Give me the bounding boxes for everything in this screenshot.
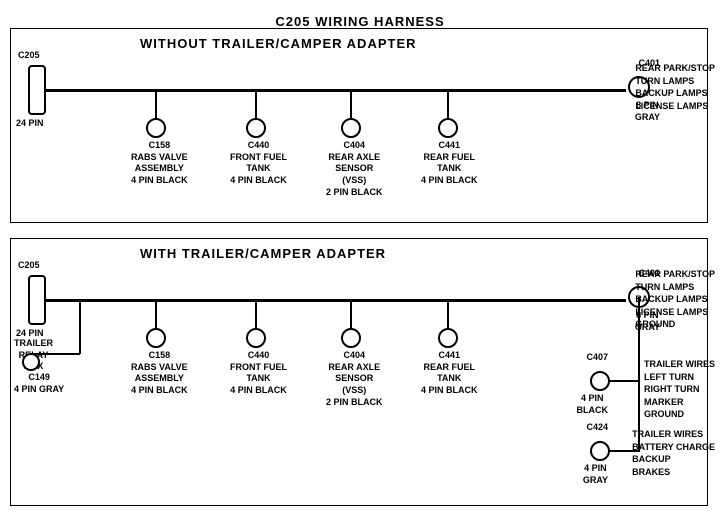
page-title: C205 WIRING HARNESS	[0, 6, 720, 29]
c407-connector	[590, 371, 610, 391]
c404-2-vline	[350, 299, 352, 329]
c158-2-connector	[146, 328, 166, 348]
c158-2-vline	[155, 299, 157, 329]
c205-2-connector	[28, 275, 46, 325]
c440-1-connector	[246, 118, 266, 138]
c441-1-connector	[438, 118, 458, 138]
c407-hline	[610, 380, 640, 382]
c401-1-desc: REAR PARK/STOPTURN LAMPSBACKUP LAMPSLICE…	[635, 62, 715, 112]
c149-connector	[22, 353, 40, 371]
c441-1-vline	[447, 89, 449, 119]
section2-label: WITH TRAILER/CAMPER ADAPTER	[140, 246, 386, 261]
c205-1-sub: 24 PIN	[16, 118, 44, 130]
c404-2-label: C404REAR AXLESENSOR(VSS)2 PIN BLACK	[326, 350, 383, 408]
c404-1-connector	[341, 118, 361, 138]
c440-2-connector	[246, 328, 266, 348]
trailer-relay-vline	[79, 299, 81, 354]
c404-2-connector	[341, 328, 361, 348]
c441-2-label: C441REAR FUELTANK4 PIN BLACK	[421, 350, 478, 397]
c440-1-vline	[255, 89, 257, 119]
c205-2-label: C205	[18, 260, 40, 272]
c401-2-desc: REAR PARK/STOPTURN LAMPSBACKUP LAMPSLICE…	[635, 268, 715, 331]
c158-1-vline	[155, 89, 157, 119]
section1-label: WITHOUT TRAILER/CAMPER ADAPTER	[140, 36, 417, 51]
c407-sub: 4 PINBLACK	[577, 393, 609, 416]
c205-1-connector	[28, 65, 46, 115]
c158-1-connector	[146, 118, 166, 138]
c440-1-label: C440FRONT FUELTANK4 PIN BLACK	[230, 140, 287, 187]
c205-1-label: C205	[18, 50, 40, 62]
c441-2-connector	[438, 328, 458, 348]
c424-label: C424	[586, 422, 608, 434]
c424-connector	[590, 441, 610, 461]
c404-1-vline	[350, 89, 352, 119]
c158-1-label: C158RABS VALVEASSEMBLY4 PIN BLACK	[131, 140, 188, 187]
c440-2-label: C440FRONT FUELTANK4 PIN BLACK	[230, 350, 287, 397]
c441-2-vline	[447, 299, 449, 329]
c407-label: C407	[586, 352, 608, 364]
c440-2-vline	[255, 299, 257, 329]
main-hline-2	[46, 299, 626, 302]
c441-1-label: C441REAR FUELTANK4 PIN BLACK	[421, 140, 478, 187]
c149-label: C1494 PIN GRAY	[14, 372, 64, 395]
c407-desc: TRAILER WIRESLEFT TURNRIGHT TURNMARKERGR…	[644, 358, 715, 421]
c424-sub: 4 PINGRAY	[583, 463, 608, 486]
c404-1-label: C404REAR AXLESENSOR(VSS)2 PIN BLACK	[326, 140, 383, 198]
c158-2-label: C158RABS VALVEASSEMBLY4 PIN BLACK	[131, 350, 188, 397]
c424-desc: TRAILER WIRESBATTERY CHARGEBACKUPBRAKES	[632, 428, 715, 478]
main-hline-1	[46, 89, 626, 92]
diagram-container: C205 WIRING HARNESS WITHOUT TRAILER/CAMP…	[0, 0, 720, 500]
